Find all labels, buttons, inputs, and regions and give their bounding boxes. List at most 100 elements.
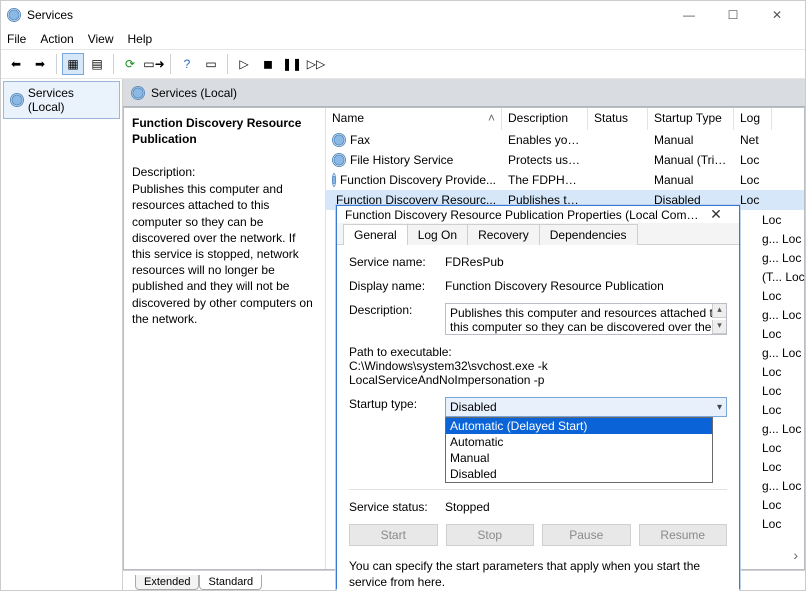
- stop-service-button[interactable]: ◼: [257, 53, 279, 75]
- help-button[interactable]: ?: [176, 53, 198, 75]
- scroll-up-icon[interactable]: ▴: [712, 304, 726, 318]
- toolbar-separator: [227, 54, 228, 74]
- cell: g... Loc: [756, 343, 804, 362]
- startup-type-combo[interactable]: Disabled ▾: [445, 397, 727, 417]
- toolbar-separator: [170, 54, 171, 74]
- minimize-button[interactable]: —: [667, 1, 711, 29]
- tab-recovery[interactable]: Recovery: [467, 224, 540, 245]
- dialog-titlebar: Function Discovery Resource Publication …: [337, 206, 739, 223]
- pause-button[interactable]: Pause: [542, 524, 631, 546]
- cell: Loc: [756, 514, 804, 533]
- service-row[interactable]: Fax Enables you... Manual Net: [326, 130, 804, 150]
- cell: Loc: [756, 381, 804, 400]
- option-manual[interactable]: Manual: [446, 450, 712, 466]
- toolbar-separator: [113, 54, 114, 74]
- menubar: File Action View Help: [1, 29, 805, 49]
- option-disabled[interactable]: Disabled: [446, 466, 712, 482]
- cell: g... Loc: [756, 305, 804, 324]
- menu-action[interactable]: Action: [40, 32, 73, 46]
- services-icon: [7, 8, 21, 22]
- value-display-name: Function Discovery Resource Publication: [445, 279, 727, 293]
- col-startup[interactable]: Startup Type: [648, 108, 734, 130]
- dialog-body: Service name: FDResPub Display name: Fun…: [337, 245, 739, 600]
- cell: Loc: [756, 324, 804, 343]
- start-service-button[interactable]: ▷: [233, 53, 255, 75]
- close-button[interactable]: ✕: [755, 1, 799, 29]
- tree-pane: Services (Local): [1, 79, 123, 590]
- chevron-down-icon: ▾: [717, 402, 722, 413]
- col-status[interactable]: Status: [588, 108, 648, 130]
- cell: The FDPHO...: [502, 173, 588, 187]
- value-description: Publishes this computer and resources at…: [450, 306, 719, 334]
- back-button[interactable]: ⬅: [5, 53, 27, 75]
- menu-file[interactable]: File: [7, 32, 26, 46]
- description-box[interactable]: Publishes this computer and resources at…: [445, 303, 727, 335]
- scroll-right-icon[interactable]: ›: [793, 547, 798, 563]
- label-startup-type: Startup type:: [349, 397, 445, 411]
- cell: Fax: [350, 133, 370, 147]
- large-icons-button[interactable]: ▤: [86, 53, 108, 75]
- label-display-name: Display name:: [349, 279, 445, 293]
- cell: Manual: [648, 173, 734, 187]
- tab-extended[interactable]: Extended: [135, 575, 199, 590]
- refresh-button[interactable]: ⟳: [119, 53, 141, 75]
- service-row[interactable]: File History Service Protects use... Man…: [326, 150, 804, 170]
- col-name[interactable]: Name: [326, 108, 502, 130]
- pause-service-button[interactable]: ❚❚: [281, 53, 303, 75]
- tab-dependencies[interactable]: Dependencies: [539, 224, 638, 245]
- cell: Net: [734, 133, 772, 147]
- cell: (T... Loc: [756, 267, 804, 286]
- service-row[interactable]: Function Discovery Provide... The FDPHO.…: [326, 170, 804, 190]
- menu-view[interactable]: View: [88, 32, 114, 46]
- cell: Loc: [734, 173, 772, 187]
- restart-service-button[interactable]: ▷▷: [305, 53, 327, 75]
- scroll-down-icon[interactable]: ▾: [712, 320, 726, 334]
- col-description[interactable]: Description: [502, 108, 588, 130]
- start-button[interactable]: Start: [349, 524, 438, 546]
- tab-general[interactable]: General: [343, 224, 408, 245]
- tab-log-on[interactable]: Log On: [407, 224, 468, 245]
- detail-desc-label: Description:: [132, 165, 317, 179]
- cell: Loc: [756, 457, 804, 476]
- option-automatic-delayed[interactable]: Automatic (Delayed Start): [446, 418, 712, 434]
- stop-button[interactable]: Stop: [446, 524, 535, 546]
- menu-help[interactable]: Help: [128, 32, 153, 46]
- dialog-title-text: Function Discovery Resource Publication …: [345, 208, 701, 222]
- services-icon: [131, 86, 145, 100]
- cell: Enables you...: [502, 133, 588, 147]
- tree-root-label: Services (Local): [28, 86, 113, 114]
- startup-type-dropdown: Automatic (Delayed Start) Automatic Manu…: [445, 417, 713, 483]
- cell: Protects use...: [502, 153, 588, 167]
- cell: Manual (Trig...: [648, 153, 734, 167]
- service-properties-dialog: Function Discovery Resource Publication …: [336, 205, 740, 589]
- dialog-close-button[interactable]: ✕: [701, 206, 731, 223]
- detail-desc-text: Publishes this computer and resources at…: [132, 181, 317, 327]
- label-service-name: Service name:: [349, 255, 445, 269]
- label-description: Description:: [349, 303, 445, 317]
- export-button[interactable]: ▭➜: [143, 53, 165, 75]
- cell: Loc: [756, 362, 804, 381]
- toolbar: ⬅ ➡ ▦ ▤ ⟳ ▭➜ ? ▭ ▷ ◼ ❚❚ ▷▷: [1, 49, 805, 79]
- cell: Loc: [756, 210, 804, 229]
- tab-standard[interactable]: Standard: [199, 575, 262, 590]
- column-headers: Name Description Status Startup Type Log: [326, 108, 804, 130]
- gear-icon: [332, 173, 336, 187]
- value-path: C:\Windows\system32\svchost.exe -k Local…: [349, 359, 727, 387]
- resume-button[interactable]: Resume: [639, 524, 728, 546]
- window-controls: — ☐ ✕: [667, 1, 799, 29]
- cell: Loc: [756, 495, 804, 514]
- tree-root-services-local[interactable]: Services (Local): [3, 81, 120, 119]
- detail-view-button[interactable]: ▦: [62, 53, 84, 75]
- divider: [349, 489, 727, 490]
- detail-service-name: Function Discovery Resource Publication: [132, 116, 317, 147]
- properties-button[interactable]: ▭: [200, 53, 222, 75]
- forward-button[interactable]: ➡: [29, 53, 51, 75]
- detail-pane: Function Discovery Resource Publication …: [124, 108, 326, 569]
- cell: File History Service: [350, 153, 453, 167]
- services-icon: [10, 93, 24, 107]
- cell: g... Loc: [756, 419, 804, 438]
- cell: Manual: [648, 133, 734, 147]
- option-automatic[interactable]: Automatic: [446, 434, 712, 450]
- col-logon[interactable]: Log: [734, 108, 772, 130]
- maximize-button[interactable]: ☐: [711, 1, 755, 29]
